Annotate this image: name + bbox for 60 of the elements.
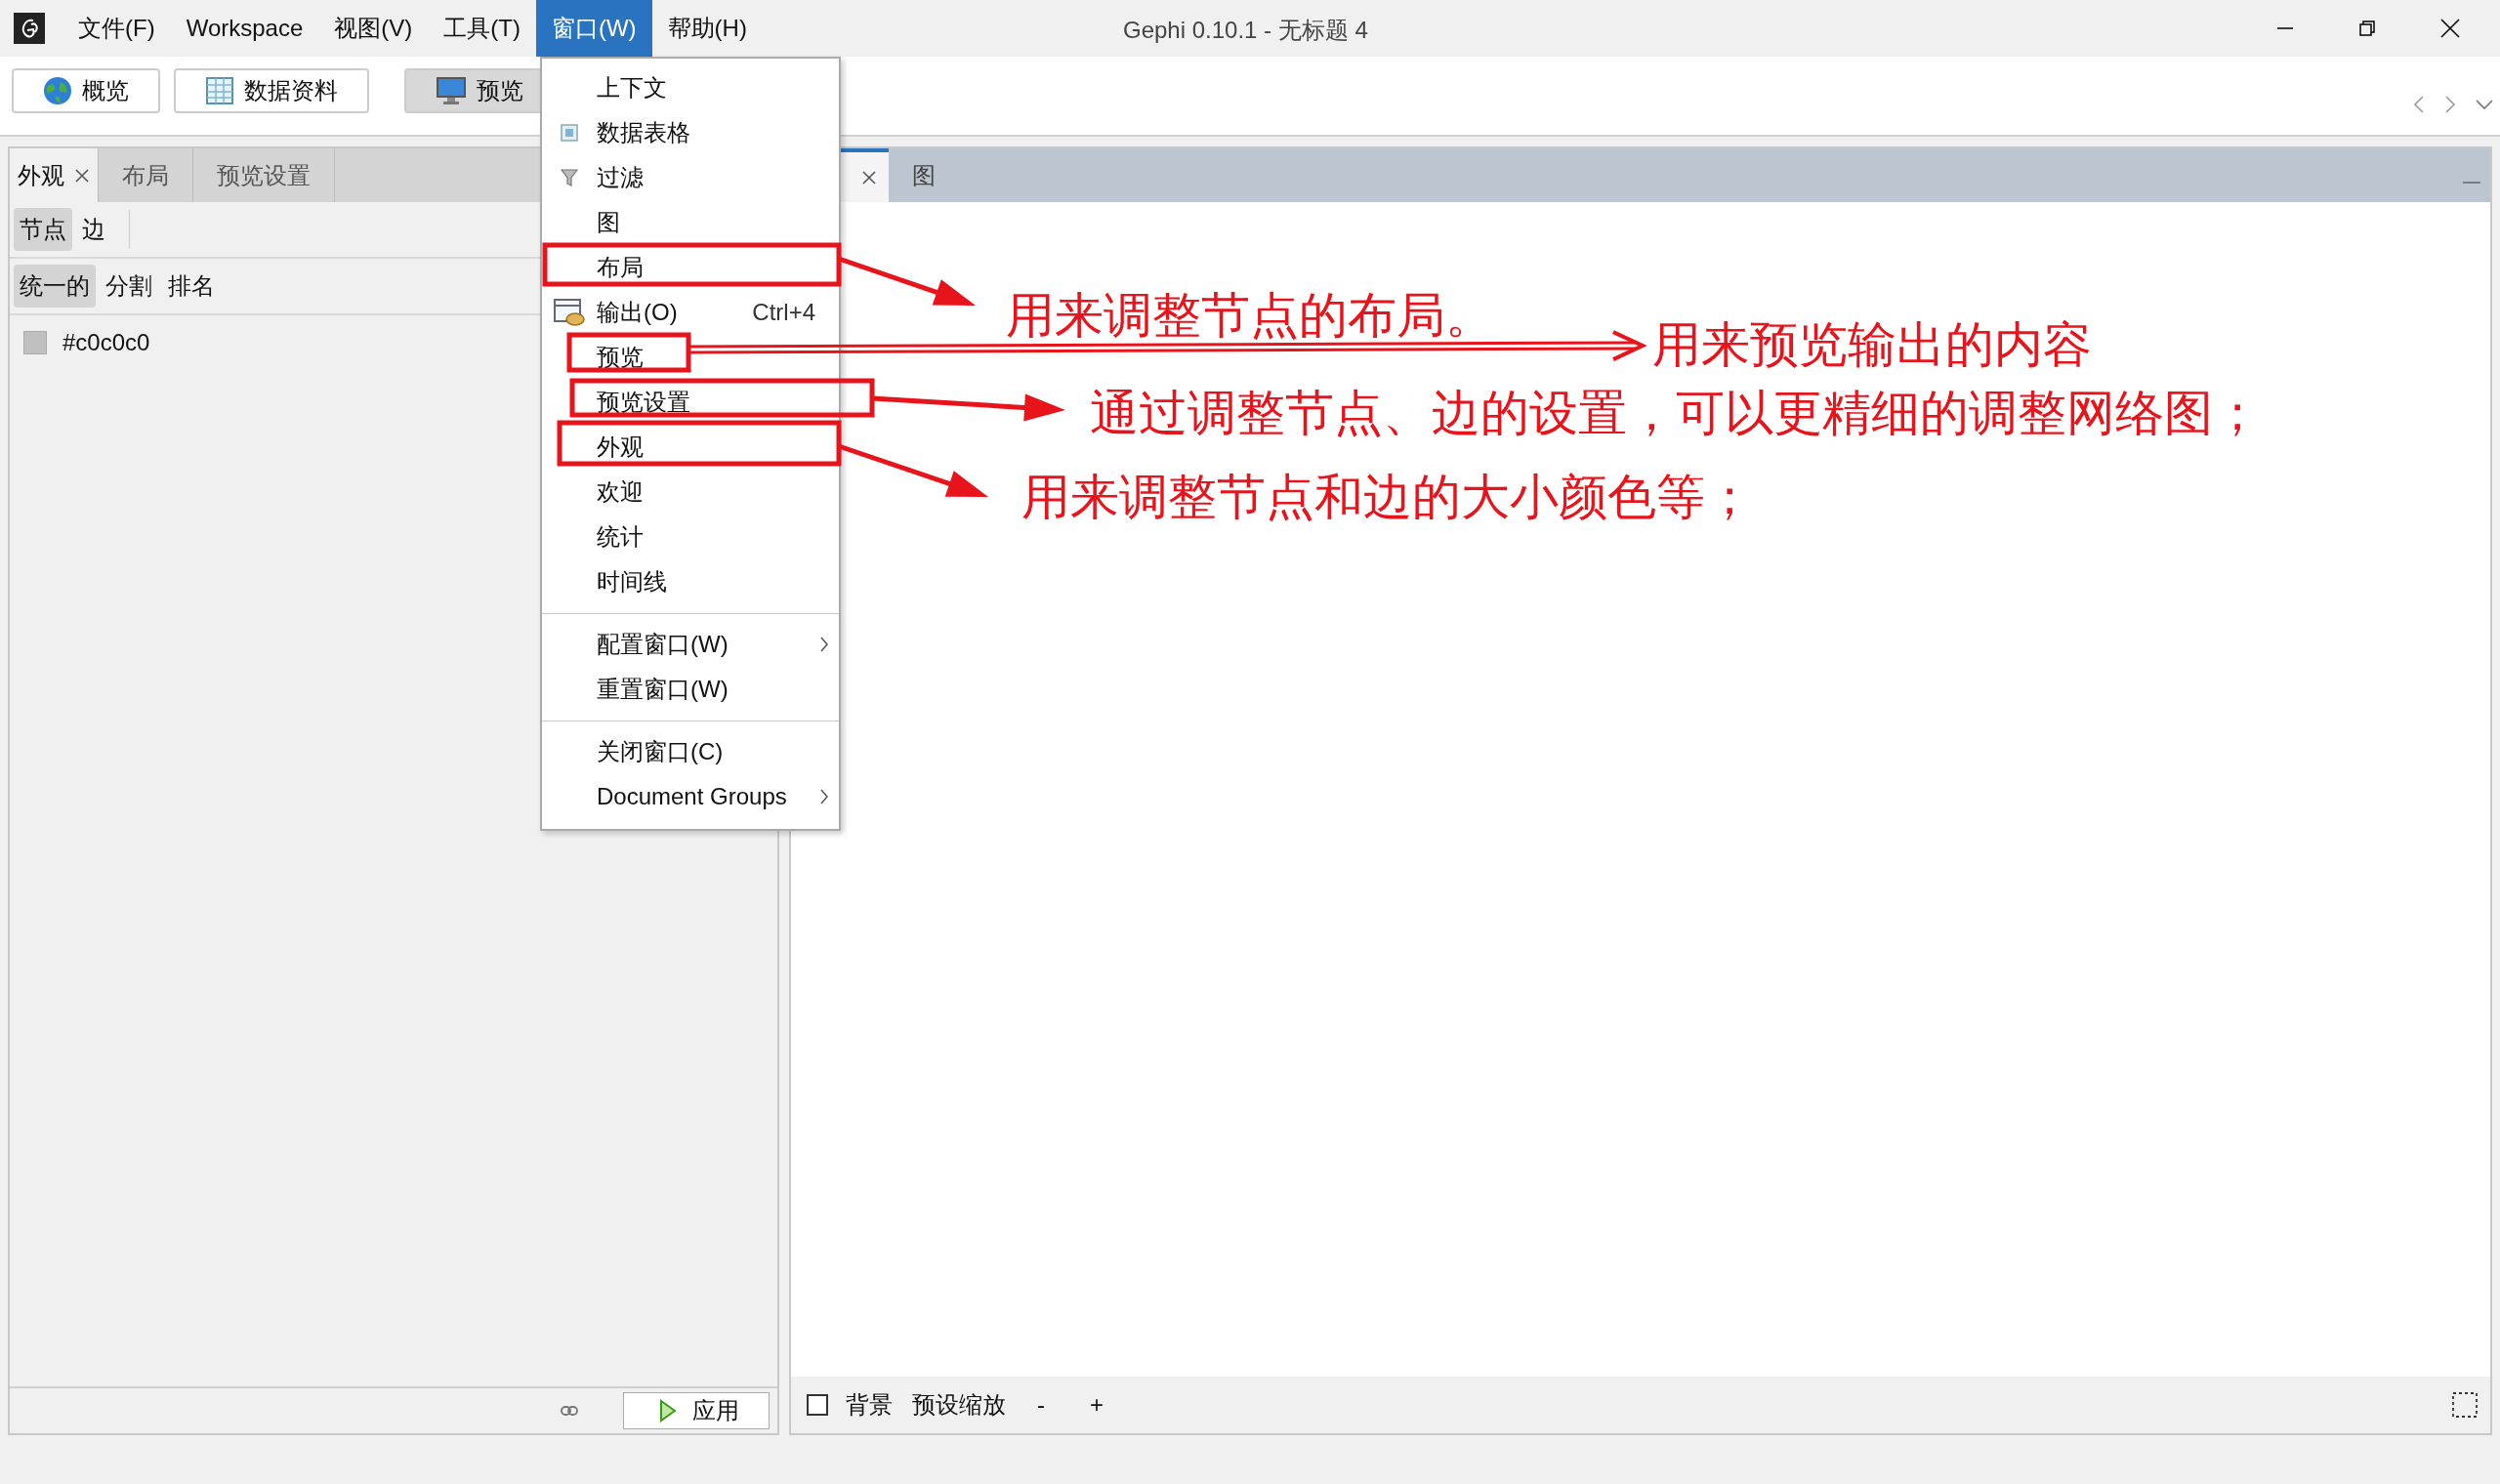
close-icon[interactable] xyxy=(861,169,877,186)
toolbar-button[interactable]: 数据资料 xyxy=(174,68,369,113)
element-tab[interactable]: 边 xyxy=(76,208,111,251)
annotation-text: 用来调整节点和边的大小颜色等； xyxy=(1021,469,1754,526)
menu-entry[interactable]: 统计 xyxy=(542,515,839,559)
fit-frame-icon[interactable] xyxy=(2451,1391,2479,1419)
window-title: Gephi 0.10.1 - 无标题 4 xyxy=(1123,16,1368,45)
mode-tab[interactable]: 排名 xyxy=(162,265,221,308)
menu-entry[interactable]: 关闭窗口(C) xyxy=(542,729,839,774)
app-logo-icon xyxy=(14,13,45,44)
play-icon xyxy=(659,1399,677,1422)
menu-entry[interactable]: 重置窗口(W) xyxy=(542,667,839,712)
table-icon xyxy=(561,124,578,142)
chevron-left-icon[interactable] xyxy=(2412,94,2426,115)
document-tab[interactable]: 图 xyxy=(889,148,959,202)
menu-item[interactable]: 文件(F) xyxy=(62,0,171,57)
element-tab[interactable]: 节点 xyxy=(14,208,72,251)
menu-entry[interactable]: 过滤 xyxy=(542,155,839,200)
menu-entry[interactable]: Document Groups xyxy=(542,774,839,819)
menu-entry[interactable]: 外观 xyxy=(542,425,839,470)
panel-tab[interactable]: 预览设置 xyxy=(193,148,335,202)
menu-entry[interactable]: 预览 xyxy=(542,335,839,380)
zoom-in-button[interactable]: + xyxy=(1076,1391,1117,1419)
color-swatch[interactable] xyxy=(23,331,47,354)
background-checkbox[interactable] xyxy=(807,1394,828,1416)
restore-icon[interactable] xyxy=(2357,19,2377,38)
background-label: 背景 xyxy=(846,1390,893,1420)
mode-tab[interactable]: 统一的 xyxy=(14,265,96,308)
zoom-label: 预设缩放 xyxy=(912,1390,1006,1420)
window-icon xyxy=(554,298,585,327)
panel-tab[interactable]: 外观 xyxy=(10,148,99,202)
menu-item[interactable]: Workspace xyxy=(170,0,319,57)
menu-entry[interactable]: 数据表格 xyxy=(542,110,839,155)
menu-item[interactable]: 视图(V) xyxy=(318,0,429,57)
chevron-down-icon[interactable] xyxy=(2475,98,2494,111)
annotation-text: 用来调整节点的布局。 xyxy=(1006,287,1494,345)
mode-tab[interactable]: 分割 xyxy=(100,265,158,308)
panel-tab[interactable]: 布局 xyxy=(99,148,193,202)
menu-entry[interactable]: 欢迎 xyxy=(542,470,839,515)
zoom-out-button[interactable]: - xyxy=(1023,1391,1059,1419)
close-icon[interactable] xyxy=(74,167,90,184)
close-icon[interactable] xyxy=(2439,18,2461,39)
annotation-text: 通过调整节点、边的设置，可以更精细的调整网络图； xyxy=(1090,385,2262,442)
menu-item[interactable]: 帮助(H) xyxy=(651,0,763,57)
monitor-icon xyxy=(436,76,467,105)
menu-entry[interactable]: 图 xyxy=(542,200,839,245)
color-value: #c0c0c0 xyxy=(62,329,150,356)
chevron-right-icon[interactable] xyxy=(2443,94,2457,115)
menu-entry[interactable]: 输出(O) Ctrl+4 xyxy=(542,290,839,335)
menu-entry[interactable]: 时间线 xyxy=(542,559,839,604)
menu-item[interactable]: 工具(T) xyxy=(428,0,536,57)
menu-entry[interactable]: 配置窗口(W) xyxy=(542,622,839,667)
annotation-text: 用来预览输出的内容 xyxy=(1652,316,2092,374)
menu-item[interactable]: 窗口(W) xyxy=(535,0,652,57)
globe-icon xyxy=(43,76,72,105)
apply-button[interactable]: 应用 xyxy=(623,1392,770,1429)
filter-icon xyxy=(561,168,578,187)
table-icon xyxy=(205,76,234,105)
toolbar-button[interactable]: 概览 xyxy=(12,68,160,113)
link-icon[interactable] xyxy=(561,1405,578,1417)
